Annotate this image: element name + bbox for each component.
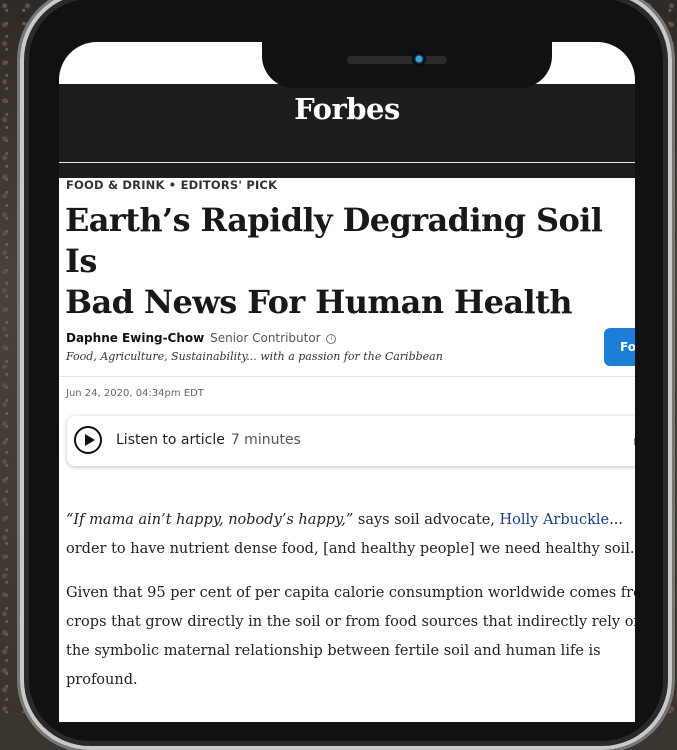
headline-line-1: Earth’s Rapidly Degrading Soil Is	[65, 201, 603, 280]
camera-icon	[412, 52, 426, 66]
paragraph-2: Given that 95 per cent of per capita cal…	[66, 579, 635, 695]
phone-screen: Forbes FOOD & DRINK • EDITORS' PICK Eart…	[59, 42, 635, 722]
article-headline: Earth’s Rapidly Degrading Soil Is Bad Ne…	[65, 200, 635, 323]
listen-label: Listen to article 7 minutes	[116, 432, 301, 448]
header-divider	[59, 162, 635, 163]
listen-to-article-player[interactable]: Listen to article 7 minutes	[67, 416, 635, 466]
follow-button[interactable]: Fo	[604, 328, 635, 366]
paragraph-1-line-2: order to have nutrient dense food, [and …	[66, 541, 635, 557]
speaker-grille	[347, 56, 447, 64]
publish-date: Jun 24, 2020, 04:34pm EDT	[66, 388, 204, 399]
article-kicker[interactable]: FOOD & DRINK • EDITORS' PICK	[66, 178, 277, 192]
paragraph-2-line-3: the symbolic maternal relationship betwe…	[66, 643, 601, 659]
player-menu-icon[interactable]	[634, 438, 635, 445]
author-line: Daphne Ewing-Chow Senior Contributor i	[66, 331, 337, 345]
forbes-logo[interactable]: Forbes	[59, 92, 635, 126]
play-icon[interactable]	[74, 426, 102, 454]
phone-notch	[262, 0, 552, 88]
paragraph-1: “If mama ain’t happy, nobody’s happy,” s…	[66, 506, 635, 564]
info-icon[interactable]: i	[326, 333, 337, 344]
author-name[interactable]: Daphne Ewing-Chow	[66, 331, 204, 345]
listen-label-text: Listen to article	[116, 432, 225, 448]
author-divider	[59, 376, 635, 377]
p1-text-a: says soil advocate,	[353, 512, 500, 528]
site-header: Forbes	[59, 84, 635, 178]
author-bio: Food, Agriculture, Sustainability... wit…	[66, 350, 443, 363]
headline-line-2: Bad News For Human Health	[65, 283, 573, 321]
listen-duration: 7 minutes	[230, 432, 301, 448]
author-role: Senior Contributor	[210, 331, 321, 345]
holly-arbuckle-link[interactable]: Holly Arbuckle	[500, 512, 610, 528]
paragraph-2-line-1: Given that 95 per cent of per capita cal…	[66, 585, 635, 601]
p1-text-b: ...	[609, 512, 623, 528]
paragraph-1-line-1: “If mama ain’t happy, nobody’s happy,” s…	[66, 506, 635, 535]
paragraph-2-line-4: profound.	[66, 672, 138, 688]
quote-text: “If mama ain’t happy, nobody’s happy,”	[66, 512, 354, 528]
paragraph-2-line-2: crops that grow directly in the soil or …	[66, 614, 635, 630]
